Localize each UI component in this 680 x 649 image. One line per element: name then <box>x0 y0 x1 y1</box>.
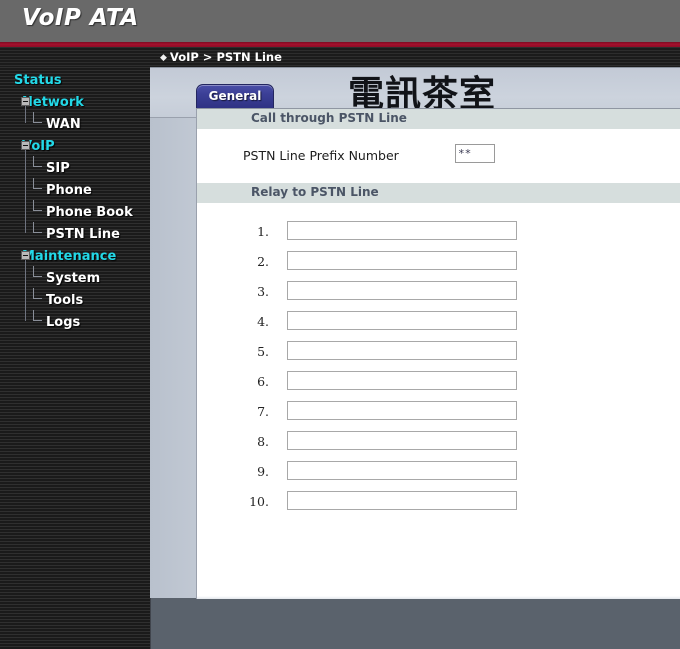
sidebar-item-label: Tools <box>46 293 84 308</box>
sidebar-item-maintenance[interactable]: Maintenance <box>0 244 150 266</box>
relay-row-number: 9. <box>257 464 269 479</box>
relay-number-input-3[interactable] <box>287 281 517 300</box>
tab-general[interactable]: General <box>196 84 274 108</box>
tab-general-label: General <box>208 89 262 103</box>
sidebar-item-status[interactable]: Status <box>0 68 150 90</box>
relay-row: 10. <box>197 489 680 519</box>
sidebar-item-phone-book[interactable]: Phone Book <box>0 200 150 222</box>
collapse-toggle-icon[interactable] <box>21 97 30 106</box>
relay-number-input-8[interactable] <box>287 431 517 450</box>
relay-row-number: 2. <box>257 254 269 269</box>
sidebar-item-label: Maintenance <box>22 249 117 264</box>
breadcrumb: ◆ VoIP > PSTN Line <box>160 50 282 64</box>
collapse-toggle-icon[interactable] <box>21 251 30 260</box>
relay-number-input-5[interactable] <box>287 341 517 360</box>
sidebar-item-sip[interactable]: SIP <box>0 156 150 178</box>
relay-row-number: 10. <box>249 494 269 509</box>
sidebar-item-label: Phone <box>46 183 92 198</box>
breadcrumb-text: VoIP > PSTN Line <box>169 50 282 64</box>
section-header-relay: Relay to PSTN Line <box>197 183 680 203</box>
relay-row-number: 1. <box>257 224 269 239</box>
tree-trunk-line <box>25 106 26 123</box>
relay-list: 1. 2. 3. 4. 5. 6. 7. 8. 9. 10. <box>197 203 680 519</box>
relay-number-input-10[interactable] <box>287 491 517 510</box>
relay-row-number: 3. <box>257 284 269 299</box>
relay-number-input-2[interactable] <box>287 251 517 270</box>
sidebar-item-label: System <box>46 271 101 286</box>
relay-number-input-6[interactable] <box>287 371 517 390</box>
sidebar-item-label: SIP <box>46 161 70 176</box>
tree-elbow-icon <box>33 112 42 123</box>
tree-trunk-line <box>25 150 26 233</box>
tree-elbow-icon <box>33 310 42 321</box>
relay-row-number: 7. <box>257 404 269 419</box>
sidebar: Status Network WAN VoIP SIP Phone Phone Book PS… <box>0 67 150 649</box>
relay-row: 3. <box>197 279 680 309</box>
pstn-prefix-input[interactable] <box>455 144 495 163</box>
sidebar-item-label: Status <box>14 73 62 88</box>
sidebar-item-logs[interactable]: Logs <box>0 310 150 332</box>
content-shell: General 電訊茶室 Call through PSTN Line PSTN… <box>150 67 680 599</box>
sidebar-item-label: Network <box>22 95 84 110</box>
relay-number-input-9[interactable] <box>287 461 517 480</box>
sidebar-item-label: Phone Book <box>46 205 133 220</box>
sidebar-item-label: WAN <box>46 117 81 132</box>
sidebar-item-phone[interactable]: Phone <box>0 178 150 200</box>
brand-bar: VoIP ATA <box>0 0 680 42</box>
section-header-call-through: Call through PSTN Line <box>197 109 680 129</box>
diamond-icon: ◆ <box>160 53 167 63</box>
product-logo: VoIP ATA <box>22 5 139 31</box>
section-header-call-through-label: Call through PSTN Line <box>251 111 407 125</box>
application-window: VoIP ATA ◆ VoIP > PSTN Line Status Network… <box>0 0 680 649</box>
sidebar-item-label: PSTN Line <box>46 227 120 242</box>
relay-row: 4. <box>197 309 680 339</box>
relay-number-input-7[interactable] <box>287 401 517 420</box>
breadcrumb-bar: ◆ VoIP > PSTN Line <box>0 47 680 67</box>
relay-row-number: 5. <box>257 344 269 359</box>
sidebar-item-system[interactable]: System <box>0 266 150 288</box>
relay-row: 8. <box>197 429 680 459</box>
relay-row: 7. <box>197 399 680 429</box>
relay-row: 1. <box>197 219 680 249</box>
relay-row-number: 8. <box>257 434 269 449</box>
prefix-field-label: PSTN Line Prefix Number <box>243 148 399 163</box>
sidebar-item-pstn-line[interactable]: PSTN Line <box>0 222 150 244</box>
relay-number-input-4[interactable] <box>287 311 517 330</box>
tree-elbow-icon <box>33 222 42 233</box>
relay-row-number: 4. <box>257 314 269 329</box>
tree-elbow-icon <box>33 156 42 167</box>
tree-elbow-icon <box>33 266 42 277</box>
prefix-field-row: PSTN Line Prefix Number <box>197 129 680 183</box>
tree-elbow-icon <box>33 178 42 189</box>
sidebar-item-label: Logs <box>46 315 81 330</box>
form-panel: Call through PSTN Line PSTN Line Prefix … <box>196 108 680 599</box>
sidebar-item-network[interactable]: Network <box>0 90 150 112</box>
sidebar-item-wan[interactable]: WAN <box>0 112 150 134</box>
relay-row: 5. <box>197 339 680 369</box>
relay-row-number: 6. <box>257 374 269 389</box>
relay-row: 9. <box>197 459 680 489</box>
tree-elbow-icon <box>33 288 42 299</box>
tree-elbow-icon <box>33 200 42 211</box>
tree-trunk-line <box>25 260 26 321</box>
relay-row: 6. <box>197 369 680 399</box>
relay-number-input-1[interactable] <box>287 221 517 240</box>
sidebar-item-voip[interactable]: VoIP <box>0 134 150 156</box>
sidebar-item-tools[interactable]: Tools <box>0 288 150 310</box>
collapse-toggle-icon[interactable] <box>21 141 30 150</box>
sidebar-nav: Status Network WAN VoIP SIP Phone Phone Book PS… <box>0 67 150 332</box>
section-header-relay-label: Relay to PSTN Line <box>251 185 379 199</box>
relay-row: 2. <box>197 249 680 279</box>
